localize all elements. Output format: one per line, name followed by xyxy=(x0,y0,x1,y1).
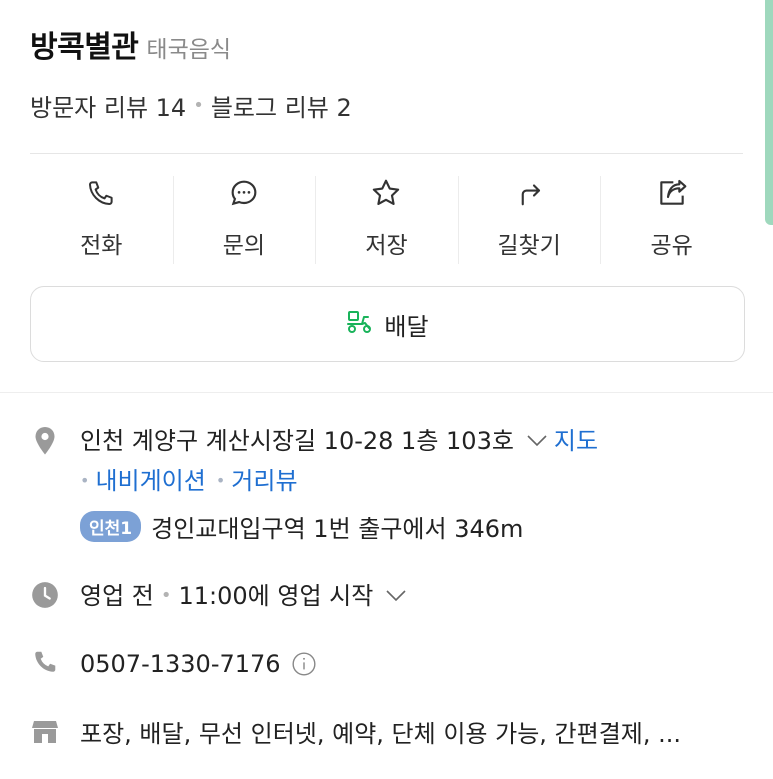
share-button[interactable]: 공유 xyxy=(600,176,743,264)
info-section: 인천 계양구 계산시장길 10-28 1층 103호 지도 • 내비게이션 • … xyxy=(0,393,773,752)
phone-row: 0507-1330-7176 xyxy=(30,646,743,682)
separator-dot: • xyxy=(193,95,204,116)
place-category: 태국음식 xyxy=(146,37,232,63)
chevron-down-icon[interactable] xyxy=(526,434,548,448)
action-bar: 전화 문의 저장 길찾기 공유 xyxy=(30,176,743,264)
hours-status: 영업 전 xyxy=(80,582,154,610)
place-header: 방콕별관 태국음식 방문자 리뷰 14 • 블로그 리뷰 2 xyxy=(0,0,773,123)
title-row: 방콕별관 태국음식 xyxy=(30,22,743,66)
delivery-scooter-icon xyxy=(346,309,374,339)
directions-button[interactable]: 길찾기 xyxy=(457,176,601,264)
hours-row[interactable]: 영업 전 • 11:00에 영업 시작 xyxy=(30,578,743,614)
delivery-label: 배달 xyxy=(384,312,429,341)
visitor-review-link[interactable]: 방문자 리뷰 14 xyxy=(30,88,186,123)
inquiry-label: 문의 xyxy=(222,233,266,259)
address-sub-links: • 내비게이션 • 거리뷰 xyxy=(80,463,743,499)
clock-icon xyxy=(30,578,60,609)
header-divider xyxy=(30,153,743,154)
location-pin-icon xyxy=(30,423,60,456)
store-icon xyxy=(30,716,60,745)
place-name: 방콕별관 xyxy=(30,30,139,65)
separator-dot: • xyxy=(160,585,172,606)
chevron-down-icon[interactable] xyxy=(385,589,407,603)
scroll-indicator xyxy=(765,0,773,225)
hours-detail: 11:00에 영업 시작 xyxy=(178,582,374,610)
directions-label: 길찾기 xyxy=(497,233,561,259)
call-label: 전화 xyxy=(80,233,123,259)
save-label: 저장 xyxy=(365,233,408,259)
share-icon xyxy=(655,176,689,210)
phone-icon xyxy=(84,176,118,210)
star-icon xyxy=(369,176,403,210)
street-view-link[interactable]: 거리뷰 xyxy=(231,463,297,499)
chat-icon xyxy=(227,176,261,210)
navigation-link[interactable]: 내비게이션 xyxy=(95,463,205,499)
separator-dot: • xyxy=(80,471,90,490)
map-link[interactable]: 지도 xyxy=(554,423,598,459)
phone-icon xyxy=(30,646,60,675)
amenities-text: 포장, 배달, 무선 인터넷, 예약, 단체 이용 가능, 간편결제, ... xyxy=(80,720,681,748)
directions-icon xyxy=(512,176,546,210)
save-button[interactable]: 저장 xyxy=(315,176,458,264)
share-label: 공유 xyxy=(650,233,693,259)
separator-dot: • xyxy=(215,471,226,490)
info-icon[interactable] xyxy=(291,651,317,677)
amenities-row[interactable]: 포장, 배달, 무선 인터넷, 예약, 단체 이용 가능, 간편결제, ... xyxy=(30,716,743,752)
blog-review-link[interactable]: 블로그 리뷰 2 xyxy=(211,88,352,123)
delivery-button[interactable]: 배달 xyxy=(30,286,745,362)
subway-line-badge: 인천1 xyxy=(80,511,142,542)
address-text: 인천 계양구 계산시장길 10-28 1층 103호 xyxy=(80,427,514,455)
inquiry-button[interactable]: 문의 xyxy=(172,176,316,264)
review-summary: 방문자 리뷰 14 • 블로그 리뷰 2 xyxy=(30,88,743,123)
call-button[interactable]: 전화 xyxy=(30,176,173,264)
address-row: 인천 계양구 계산시장길 10-28 1층 103호 지도 • 내비게이션 • … xyxy=(30,423,743,544)
subway-info: 인천1 경인교대입구역 1번 출구에서 346m xyxy=(80,509,743,544)
phone-number[interactable]: 0507-1330-7176 xyxy=(80,646,281,682)
subway-directions: 경인교대입구역 1번 출구에서 346m xyxy=(151,515,524,543)
